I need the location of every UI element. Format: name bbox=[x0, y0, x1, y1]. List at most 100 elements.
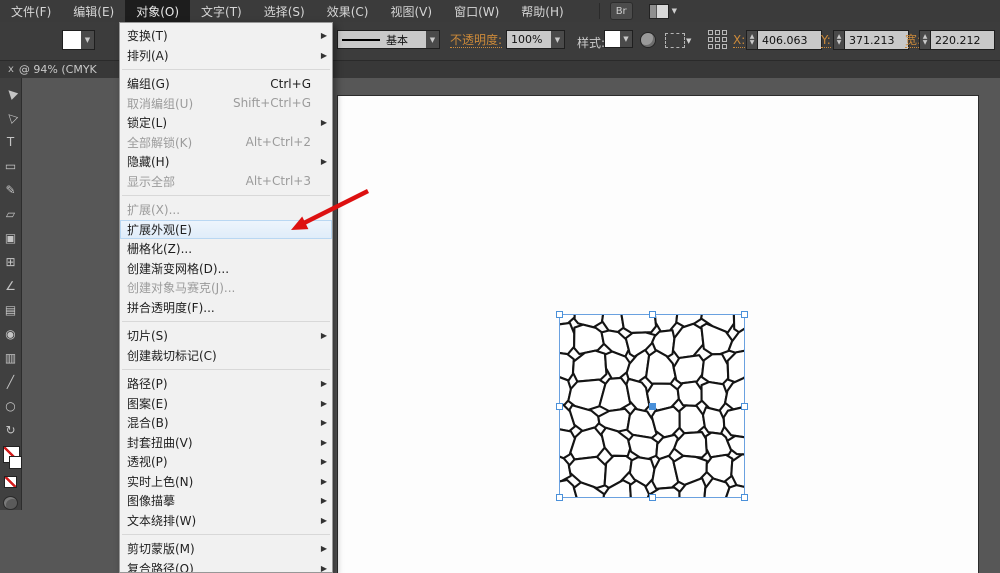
object-menu-item[interactable]: 栅格化(Z)... bbox=[120, 239, 332, 259]
menu-item-label: 剪切蒙版(M) bbox=[127, 540, 311, 557]
recolor-artwork-icon[interactable] bbox=[640, 32, 656, 48]
eraser-tool-icon[interactable]: ▱ bbox=[1, 202, 21, 226]
column-graph-tool-icon[interactable]: ▥ bbox=[1, 346, 21, 370]
object-menu-item[interactable]: 扩展外观(E) bbox=[120, 220, 332, 240]
pencil-tool-icon[interactable]: ✎ bbox=[1, 178, 21, 202]
submenu-arrow-icon: ▶ bbox=[317, 516, 327, 525]
selection-center-point[interactable] bbox=[649, 403, 656, 410]
menubar-item-4[interactable]: 文字(T) bbox=[190, 0, 253, 22]
menubar-item-7[interactable]: 视图(V) bbox=[379, 0, 443, 22]
object-menu-item: 取消编组(U)Shift+Ctrl+G bbox=[120, 94, 332, 114]
menu-item-label: 创建渐变网格(D)... bbox=[127, 260, 311, 277]
stroke-preset-field[interactable]: 基本 bbox=[337, 30, 435, 49]
selection-handle-tl[interactable] bbox=[556, 311, 563, 318]
submenu-arrow-icon: ▶ bbox=[317, 118, 327, 127]
menubar-item-1[interactable]: 文件(F) bbox=[0, 0, 62, 22]
object-menu-item[interactable]: 排列(A)▶ bbox=[120, 46, 332, 66]
object-menu-item[interactable]: 剪切蒙版(M) ▶ bbox=[120, 539, 332, 559]
object-menu-item[interactable]: 变换(T)▶ bbox=[120, 26, 332, 46]
object-menu-item[interactable]: 封套扭曲(V)▶ bbox=[120, 433, 332, 453]
object-menu-item[interactable]: 锁定(L)▶ bbox=[120, 113, 332, 133]
menubar-item-2[interactable]: 编辑(E) bbox=[62, 0, 125, 22]
menu-item-label: 取消编组(U) bbox=[127, 95, 233, 112]
direct-selection-tool-icon[interactable]: ▷ bbox=[0, 102, 26, 133]
hand-tool-icon[interactable]: ↻ bbox=[1, 418, 21, 442]
artboard-tool-icon[interactable]: ▣ bbox=[1, 226, 21, 250]
y-field[interactable]: 371.213 bbox=[844, 30, 909, 50]
selection-bounding-box[interactable] bbox=[559, 314, 745, 498]
style-dropdown[interactable]: ▼ bbox=[620, 30, 633, 48]
stroke-preset-dropdown[interactable]: ▼ bbox=[426, 30, 440, 49]
object-menu-item[interactable]: 图像描摹▶ bbox=[120, 491, 332, 511]
opacity-dropdown[interactable]: ▼ bbox=[551, 30, 565, 49]
reference-point-grid[interactable] bbox=[708, 30, 727, 49]
object-menu-item[interactable]: 图案(E)▶ bbox=[120, 394, 332, 414]
selection-handle-br[interactable] bbox=[741, 494, 748, 501]
opacity-link[interactable]: 不透明度: bbox=[450, 34, 502, 48]
menubar-item-9[interactable]: 帮助(H) bbox=[510, 0, 574, 22]
selection-handle-bl[interactable] bbox=[556, 494, 563, 501]
bridge-button[interactable]: Br bbox=[610, 2, 633, 20]
y-label[interactable]: Y: bbox=[821, 34, 831, 48]
selection-handle-mr[interactable] bbox=[741, 403, 748, 410]
object-menu-item[interactable]: 路径(P)▶ bbox=[120, 374, 332, 394]
object-menu-item[interactable]: 拼合透明度(F)... bbox=[120, 298, 332, 318]
transform-panel-icon[interactable] bbox=[665, 33, 685, 48]
slice-tool-icon[interactable]: ⊞ bbox=[1, 250, 21, 274]
draw-mode-button[interactable] bbox=[3, 496, 18, 510]
object-menu-item: 创建对象马赛克(J)... bbox=[120, 278, 332, 298]
object-menu-item: 扩展(X)... bbox=[120, 200, 332, 220]
object-menu-item[interactable]: 隐藏(H)▶ bbox=[120, 152, 332, 172]
menu-separator bbox=[122, 534, 330, 535]
menu-item-shortcut: Ctrl+G bbox=[270, 77, 311, 91]
menu-item-label: 文本绕排(W) bbox=[127, 512, 311, 529]
zoom-tool-icon[interactable]: ○ bbox=[1, 394, 21, 418]
menu-item-label: 排列(A) bbox=[127, 47, 311, 64]
submenu-arrow-icon: ▶ bbox=[317, 496, 327, 505]
perspective-grid-tool-icon[interactable]: ∠ bbox=[1, 274, 21, 298]
menu-item-label: 复合路径(O) bbox=[127, 560, 311, 573]
symbol-sprayer-tool-icon[interactable]: ◉ bbox=[1, 322, 21, 346]
menubar-item-8[interactable]: 窗口(W) bbox=[443, 0, 510, 22]
menu-item-label: 编组(G) bbox=[127, 75, 270, 92]
menu-item-label: 透视(P) bbox=[127, 453, 311, 470]
rectangle-tool-icon[interactable]: ▭ bbox=[1, 154, 21, 178]
selection-handle-tr[interactable] bbox=[741, 311, 748, 318]
gradient-tool-icon[interactable]: ▤ bbox=[1, 298, 21, 322]
document-tab-title[interactable]: @ 94% (CMYK bbox=[19, 63, 97, 76]
object-menu-item[interactable]: 切片(S)▶ bbox=[120, 326, 332, 346]
selection-handle-tm[interactable] bbox=[649, 311, 656, 318]
object-menu-popup: 变换(T)▶排列(A)▶编组(G)Ctrl+G取消编组(U)Shift+Ctrl… bbox=[119, 22, 333, 573]
object-menu-item[interactable]: 文本绕排(W) ▶ bbox=[120, 511, 332, 531]
tab-close-button[interactable]: x bbox=[8, 64, 14, 75]
type-tool-icon[interactable]: T bbox=[1, 130, 21, 154]
workspace-switcher[interactable]: ▼ bbox=[649, 3, 677, 19]
x-field[interactable]: 406.063 bbox=[757, 30, 822, 50]
object-menu-item[interactable]: 编组(G)Ctrl+G bbox=[120, 74, 332, 94]
stroke-swatch[interactable] bbox=[9, 456, 22, 469]
menubar-item-6[interactable]: 效果(C) bbox=[316, 0, 380, 22]
selection-handle-bm[interactable] bbox=[649, 494, 656, 501]
selection-handle-ml[interactable] bbox=[556, 403, 563, 410]
object-menu-item[interactable]: 创建渐变网格(D)... bbox=[120, 259, 332, 279]
object-menu-item[interactable]: 创建裁切标记(C) bbox=[120, 346, 332, 366]
submenu-arrow-icon: ▶ bbox=[317, 379, 327, 388]
menu-item-label: 实时上色(N) bbox=[127, 473, 311, 490]
object-menu-item[interactable]: 混合(B)▶ bbox=[120, 413, 332, 433]
fill-color-swatch[interactable] bbox=[62, 30, 82, 50]
object-menu-item[interactable]: 透视(P)▶ bbox=[120, 452, 332, 472]
paintbrush-tool-icon[interactable]: ╱ bbox=[1, 370, 21, 394]
fill-stroke-indicator[interactable] bbox=[1, 446, 21, 470]
none-swatch[interactable] bbox=[4, 476, 17, 488]
menu-item-label: 隐藏(H) bbox=[127, 153, 311, 170]
menubar-item-3[interactable]: 对象(O) bbox=[125, 0, 190, 22]
submenu-arrow-icon: ▶ bbox=[317, 399, 327, 408]
submenu-arrow-icon: ▶ bbox=[317, 544, 327, 553]
object-menu-item[interactable]: 实时上色(N)▶ bbox=[120, 472, 332, 492]
fill-color-dropdown[interactable]: ▼ bbox=[81, 30, 95, 50]
style-label: 样式: bbox=[577, 34, 605, 51]
x-label[interactable]: X: bbox=[733, 34, 745, 48]
object-menu-item[interactable]: 复合路径(O)▶ bbox=[120, 559, 332, 573]
menubar-item-5[interactable]: 选择(S) bbox=[253, 0, 316, 22]
width-field[interactable]: 220.212 bbox=[930, 30, 995, 50]
